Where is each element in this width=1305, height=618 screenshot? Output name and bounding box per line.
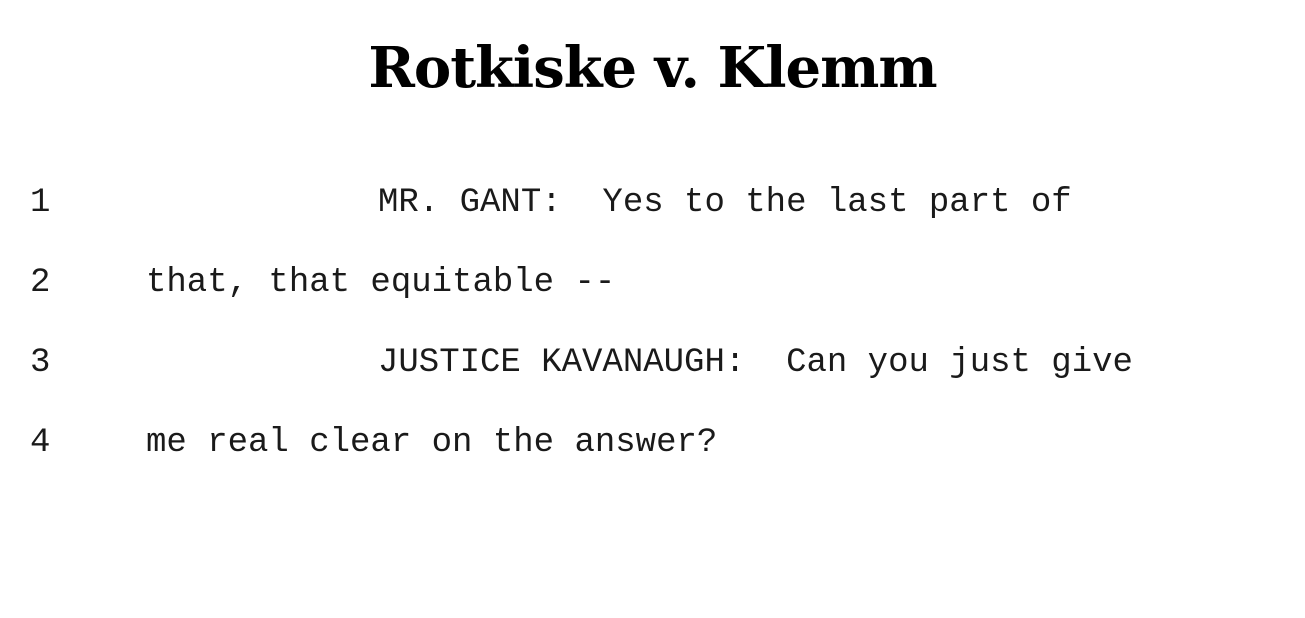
transcript-line: 1 MR. GANT: Yes to the last part of	[0, 178, 1305, 228]
page-title: Rotkiske v. Klemm	[368, 35, 937, 101]
transcript-line: 4 me real clear on the answer?	[0, 418, 1305, 468]
transcript-line: 3 JUSTICE KAVANAUGH: Can you just give	[0, 338, 1305, 388]
line-number: 2	[30, 264, 51, 302]
line-text: that, that equitable --	[146, 264, 616, 302]
line-number: 1	[30, 184, 51, 222]
line-number: 4	[30, 424, 51, 462]
transcript-line: 2 that, that equitable --	[0, 258, 1305, 308]
line-text: me real clear on the answer?	[146, 424, 718, 462]
line-text: JUSTICE KAVANAUGH: Can you just give	[378, 344, 1133, 382]
line-number: 3	[30, 344, 51, 382]
line-text: MR. GANT: Yes to the last part of	[378, 184, 1072, 222]
